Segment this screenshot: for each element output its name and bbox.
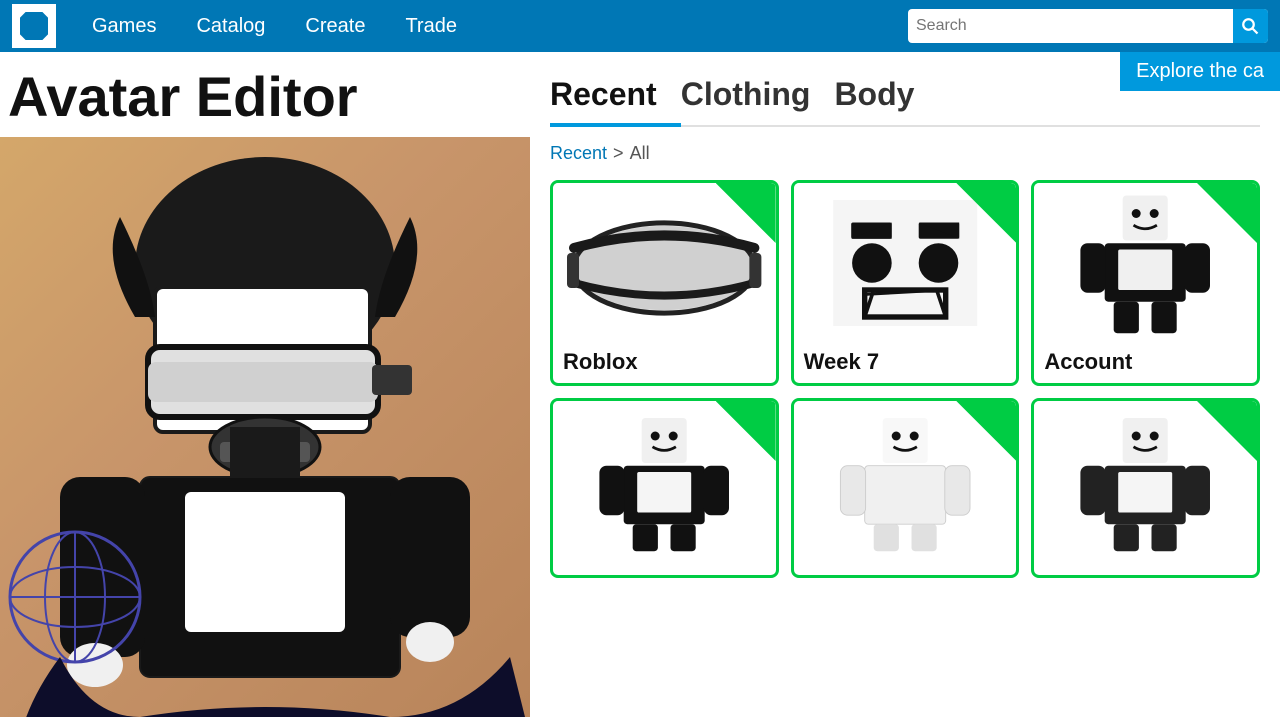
- items-grid: Roblox: [550, 180, 1260, 578]
- search-button[interactable]: [1233, 9, 1268, 43]
- breadcrumb: Recent > All: [550, 143, 1260, 164]
- page-content: Avatar Editor: [0, 52, 1280, 720]
- item-label-account: Account: [1034, 343, 1257, 383]
- nav-create[interactable]: Create: [285, 0, 385, 52]
- item-label-4: [553, 561, 776, 575]
- item-label-week7: Week 7: [794, 343, 1017, 383]
- item-image-roblox: [553, 183, 776, 343]
- item-label-5: [794, 561, 1017, 575]
- item-card-5[interactable]: [791, 398, 1020, 578]
- nav-catalog[interactable]: Catalog: [176, 0, 285, 52]
- nav-trade[interactable]: Trade: [385, 0, 477, 52]
- item-label-6: [1034, 561, 1257, 575]
- item-card-roblox[interactable]: Roblox: [550, 180, 779, 386]
- item-card-4[interactable]: [550, 398, 779, 578]
- nav-games[interactable]: Games: [72, 0, 176, 52]
- tab-recent[interactable]: Recent: [550, 68, 681, 125]
- item-card-account[interactable]: Account: [1031, 180, 1260, 386]
- navbar: Games Catalog Create Trade: [0, 0, 1280, 52]
- item-image-week7: [794, 183, 1017, 343]
- explore-banner: Explore the ca: [1120, 52, 1280, 91]
- breadcrumb-current: All: [630, 143, 650, 164]
- avatar-panel: Avatar Editor: [0, 52, 530, 720]
- item-image-4: [553, 401, 776, 561]
- page-title: Avatar Editor: [0, 52, 530, 137]
- breadcrumb-separator: >: [613, 143, 624, 164]
- roblox-logo[interactable]: [12, 4, 56, 48]
- right-panel: Recent Clothing Body Recent > All: [530, 52, 1280, 720]
- item-card-week7[interactable]: Week 7: [791, 180, 1020, 386]
- item-label-roblox: Roblox: [553, 343, 776, 383]
- search-input[interactable]: [916, 17, 1233, 35]
- item-image-account: [1034, 183, 1257, 343]
- tab-body[interactable]: Body: [834, 68, 938, 125]
- tab-clothing[interactable]: Clothing: [681, 68, 835, 125]
- item-image-5: [794, 401, 1017, 561]
- search-bar: [908, 9, 1268, 43]
- item-image-6: [1034, 401, 1257, 561]
- avatar-preview: [0, 137, 530, 717]
- breadcrumb-root[interactable]: Recent: [550, 143, 607, 164]
- item-card-6[interactable]: [1031, 398, 1260, 578]
